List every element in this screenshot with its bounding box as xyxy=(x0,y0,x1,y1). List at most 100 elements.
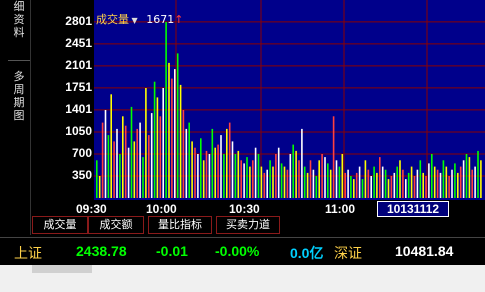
volume-chart[interactable] xyxy=(94,0,485,200)
y-tick-label: 350 xyxy=(71,168,92,182)
sidebar-tab-multi-period[interactable]: 多 周 期 图 xyxy=(8,70,30,122)
sidebar-tab-char: 图 xyxy=(13,109,25,122)
volume-bar xyxy=(124,125,127,198)
volume-bar xyxy=(159,116,162,198)
bottom-fragment xyxy=(32,265,92,273)
volume-bar xyxy=(425,176,427,198)
sidebar-tab-details[interactable]: 细 资 料 xyxy=(8,0,30,39)
volume-bar xyxy=(355,172,358,198)
volume-bar xyxy=(439,172,442,198)
volume-bar xyxy=(471,169,473,198)
sidebar-tab-char: 期 xyxy=(13,96,25,109)
x-tick-label: 09:30 xyxy=(76,202,107,216)
volume-bar xyxy=(139,122,141,198)
bottom-area xyxy=(0,265,485,292)
volume-bar xyxy=(431,154,433,198)
volume-bar xyxy=(275,154,277,198)
volume-bar xyxy=(358,166,361,198)
tab-volume-ratio[interactable]: 量比指标 xyxy=(148,216,212,234)
sidebar-tab-char: 料 xyxy=(13,26,25,39)
y-tick-label: 700 xyxy=(71,146,92,160)
x-axis-highlight: 10131112 xyxy=(377,201,449,217)
volume-bar xyxy=(465,154,468,198)
volume-bar xyxy=(396,166,398,198)
volume-bar xyxy=(468,157,471,198)
indicator-name[interactable]: 成交量 xyxy=(96,13,129,26)
volume-bar xyxy=(231,141,234,198)
volume-bar xyxy=(315,176,318,198)
volume-bar xyxy=(182,110,185,198)
volume-bar xyxy=(130,106,133,198)
volume-bar xyxy=(361,179,364,198)
volume-bar xyxy=(223,154,225,198)
volume-bar xyxy=(442,160,445,198)
volume-bar xyxy=(329,169,332,198)
sidebar-tab-char: 资 xyxy=(13,13,25,26)
y-axis-labels: 2801 2451 2101 1751 1401 1050 700 350 xyxy=(34,0,92,200)
y-tick-label: 2801 xyxy=(65,13,92,28)
volume-bar xyxy=(341,154,344,198)
volume-bar xyxy=(136,128,138,198)
volume-bar xyxy=(208,154,211,198)
sh-index: 2438.78 xyxy=(76,243,127,259)
volume-bar xyxy=(174,69,176,198)
volume-bar xyxy=(237,150,240,198)
volume-bar xyxy=(107,135,110,198)
sidebar: 细 资 料 多 周 期 图 xyxy=(8,0,31,235)
sh-label[interactable]: 上证 xyxy=(14,243,42,263)
sidebar-tab-char: 周 xyxy=(13,83,25,96)
volume-bar xyxy=(402,169,404,198)
volume-bar xyxy=(367,169,370,198)
volume-bar xyxy=(228,122,231,198)
volume-bar xyxy=(243,163,245,198)
tab-turnover[interactable]: 成交额 xyxy=(88,216,144,234)
volume-bar xyxy=(373,166,375,198)
volume-bar xyxy=(335,160,338,198)
volume-bar xyxy=(286,169,289,198)
volume-bar xyxy=(321,154,323,198)
volume-bar xyxy=(451,169,453,198)
volume-bar xyxy=(370,176,372,198)
volume-bar xyxy=(303,166,306,198)
volume-bar xyxy=(419,160,422,198)
volume-bar xyxy=(194,147,196,198)
volume-bar xyxy=(413,176,416,198)
volume-bar xyxy=(298,160,300,198)
volume-bar xyxy=(436,169,439,198)
volume-bar xyxy=(381,166,384,198)
volume-bar xyxy=(148,135,150,198)
volume-bar xyxy=(376,172,378,198)
volume-bar xyxy=(393,172,396,198)
tab-volume[interactable]: 成交量 xyxy=(32,216,88,234)
volume-bar xyxy=(191,141,193,198)
volume-bar xyxy=(205,150,208,198)
volume-bar xyxy=(416,169,419,198)
volume-bar xyxy=(327,163,329,198)
volume-bar xyxy=(211,128,214,198)
volume-bar xyxy=(220,135,222,198)
tab-buy-sell-force[interactable]: 买卖力道 xyxy=(216,216,280,234)
volume-bar xyxy=(156,97,159,198)
volume-bar xyxy=(202,160,205,198)
volume-bar xyxy=(428,163,430,198)
volume-bar xyxy=(171,78,173,198)
sz-label[interactable]: 深证 xyxy=(334,243,362,263)
volume-bar xyxy=(214,147,216,198)
volume-bar xyxy=(301,128,303,198)
volume-bar xyxy=(240,160,242,198)
volume-bar xyxy=(344,172,346,198)
sh-change: -0.01 xyxy=(156,243,188,259)
arrow-up-icon: ↑ xyxy=(174,13,184,26)
y-tick-label: 1050 xyxy=(65,124,92,138)
volume-bar xyxy=(179,84,182,198)
indicator-value: 1671 xyxy=(146,13,175,26)
volume-bar xyxy=(150,113,153,198)
x-tick-label: 11:00 xyxy=(325,202,356,216)
chevron-down-icon[interactable]: ▼ xyxy=(129,16,140,25)
volume-bar xyxy=(162,88,164,198)
volume-bar xyxy=(459,166,462,198)
volume-bar xyxy=(309,160,312,198)
volume-bar xyxy=(292,144,294,198)
volume-bar xyxy=(364,160,367,198)
volume-bar xyxy=(433,166,436,198)
